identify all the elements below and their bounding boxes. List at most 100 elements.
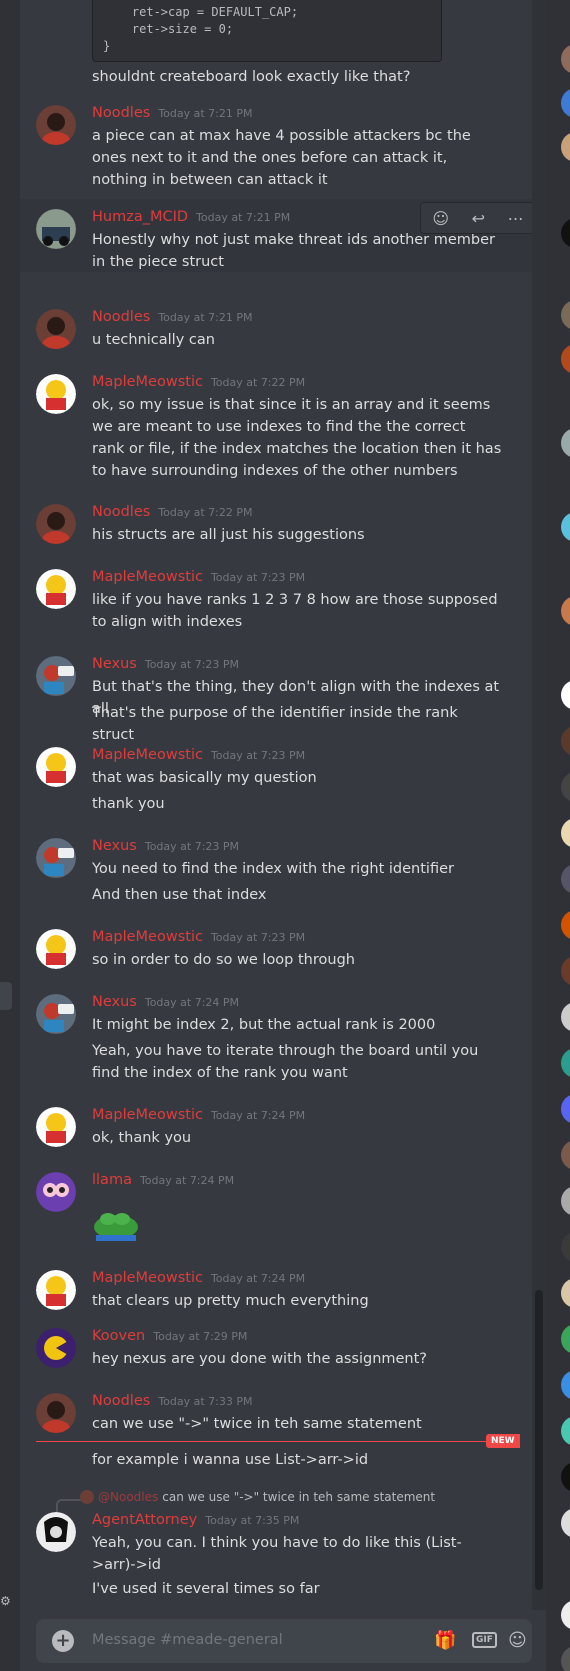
gif-button[interactable]: GIF bbox=[472, 1632, 497, 1648]
username[interactable]: Humza_MCID Today at 7:21 PM bbox=[92, 209, 290, 225]
avatar[interactable] bbox=[36, 309, 76, 349]
username[interactable]: Noodles Today at 7:33 PM bbox=[92, 1393, 253, 1409]
message-text: can we use "->" twice in teh same statem… bbox=[92, 1416, 422, 1432]
member-avatar[interactable] bbox=[561, 1186, 570, 1216]
add-reaction-icon[interactable]: ☺ bbox=[432, 209, 449, 228]
member-avatar[interactable] bbox=[561, 1554, 570, 1584]
more-options-icon[interactable]: ⋯ bbox=[508, 209, 524, 228]
member-avatar[interactable] bbox=[561, 818, 570, 848]
member-avatar[interactable] bbox=[561, 864, 570, 894]
avatar[interactable] bbox=[36, 569, 76, 609]
avatar[interactable] bbox=[36, 1270, 76, 1310]
code-line: } bbox=[103, 39, 111, 53]
member-avatar[interactable] bbox=[561, 1416, 570, 1446]
reply-icon[interactable]: ↩ bbox=[472, 209, 485, 228]
username[interactable]: Noodles Today at 7:22 PM bbox=[92, 504, 253, 520]
message-input[interactable]: Message #meade-general bbox=[92, 1632, 283, 1648]
member-avatar[interactable] bbox=[561, 1370, 570, 1400]
avatar[interactable] bbox=[36, 209, 76, 249]
reply-preview[interactable]: @Noodles can we use "->" twice in teh sam… bbox=[80, 1490, 435, 1504]
message-text: his structs are all just his suggestions bbox=[92, 527, 365, 543]
member-avatar[interactable] bbox=[561, 132, 570, 162]
member-avatar[interactable] bbox=[561, 1462, 570, 1492]
message-text: You need to find the index with the righ… bbox=[92, 861, 454, 877]
code-block: ret->cap = DEFAULT_CAP; ret->size = 0; } bbox=[92, 0, 442, 62]
member-avatar[interactable] bbox=[561, 344, 570, 374]
new-badge: NEW bbox=[486, 1434, 520, 1448]
username[interactable]: Noodles Today at 7:21 PM bbox=[92, 105, 253, 121]
member-avatar[interactable] bbox=[561, 88, 570, 118]
avatar[interactable] bbox=[36, 1107, 76, 1147]
timestamp: Today at 7:35 PM bbox=[205, 1514, 300, 1527]
username[interactable]: Nexus Today at 7:23 PM bbox=[92, 656, 239, 672]
member-avatar[interactable] bbox=[561, 910, 570, 940]
message-text: And then use that index bbox=[92, 887, 267, 903]
scrollbar-thumb[interactable] bbox=[535, 1290, 543, 1590]
member-avatar[interactable] bbox=[561, 1002, 570, 1032]
username[interactable]: AgentAttorney Today at 7:35 PM bbox=[92, 1512, 299, 1528]
member-avatar[interactable] bbox=[561, 300, 570, 330]
username[interactable]: Noodles Today at 7:21 PM bbox=[92, 309, 253, 325]
avatar[interactable] bbox=[36, 656, 76, 696]
member-avatar[interactable] bbox=[561, 596, 570, 626]
message-text: thank you bbox=[92, 796, 165, 812]
code-line: ret->cap = DEFAULT_CAP; bbox=[103, 5, 299, 19]
member-avatar[interactable] bbox=[561, 1140, 570, 1170]
member-avatar[interactable] bbox=[561, 1048, 570, 1078]
username[interactable]: Kooven Today at 7:29 PM bbox=[92, 1328, 247, 1344]
avatar[interactable] bbox=[36, 747, 76, 787]
reply-avatar bbox=[80, 1490, 94, 1504]
avatar[interactable] bbox=[36, 374, 76, 414]
message-text: ok, thank you bbox=[92, 1130, 192, 1146]
username[interactable]: Nexus Today at 7:24 PM bbox=[92, 994, 239, 1010]
member-avatar[interactable] bbox=[561, 1094, 570, 1124]
username[interactable]: Nexus Today at 7:23 PM bbox=[92, 838, 239, 854]
server-sidebar-edge: ⚙ bbox=[0, 0, 20, 1671]
avatar[interactable] bbox=[36, 838, 76, 878]
username[interactable]: MapleMeowstic Today at 7:24 PM bbox=[92, 1107, 305, 1123]
member-avatar[interactable] bbox=[561, 1232, 570, 1262]
member-avatar[interactable] bbox=[561, 680, 570, 710]
member-avatar[interactable] bbox=[561, 428, 570, 458]
member-avatar[interactable] bbox=[561, 1646, 570, 1671]
member-avatar[interactable] bbox=[561, 44, 570, 74]
message-toolbar: ☺ ↩ ⋯ bbox=[420, 202, 532, 234]
avatar[interactable] bbox=[36, 1172, 76, 1212]
reply-author[interactable]: @Noodles bbox=[98, 1490, 158, 1504]
gift-icon[interactable]: 🎁 bbox=[434, 1630, 456, 1651]
message-text: shouldnt createboard look exactly like t… bbox=[92, 69, 411, 85]
member-avatar[interactable] bbox=[561, 1324, 570, 1354]
member-avatar[interactable] bbox=[561, 218, 570, 248]
timestamp: Today at 7:24 PM bbox=[144, 996, 240, 1009]
timestamp: Today at 7:23 PM bbox=[144, 840, 240, 853]
timestamp: Today at 7:23 PM bbox=[210, 749, 306, 762]
member-avatar[interactable] bbox=[561, 1508, 570, 1538]
username[interactable]: MapleMeowstic Today at 7:23 PM bbox=[92, 569, 305, 585]
avatar[interactable] bbox=[36, 504, 76, 544]
member-avatar[interactable] bbox=[561, 772, 570, 802]
member-avatar[interactable] bbox=[561, 1278, 570, 1308]
avatar[interactable] bbox=[36, 1328, 76, 1368]
member-avatar[interactable] bbox=[561, 1600, 570, 1630]
avatar[interactable] bbox=[36, 929, 76, 969]
code-line: ret->size = 0; bbox=[103, 22, 234, 36]
member-avatar[interactable] bbox=[561, 512, 570, 542]
username[interactable]: MapleMeowstic Today at 7:23 PM bbox=[92, 747, 305, 763]
username[interactable]: llama Today at 7:24 PM bbox=[92, 1172, 234, 1188]
member-avatar[interactable] bbox=[561, 956, 570, 986]
avatar[interactable] bbox=[36, 1393, 76, 1433]
username[interactable]: MapleMeowstic Today at 7:22 PM bbox=[92, 374, 305, 390]
emoji-icon[interactable]: ☺ bbox=[508, 1630, 527, 1651]
avatar[interactable] bbox=[36, 994, 76, 1034]
member-avatar[interactable] bbox=[561, 726, 570, 756]
settings-icon[interactable]: ⚙ bbox=[0, 1594, 11, 1608]
add-attachment-button[interactable]: + bbox=[52, 1630, 74, 1652]
timestamp: Today at 7:23 PM bbox=[210, 931, 306, 944]
avatar[interactable] bbox=[36, 1512, 76, 1552]
username[interactable]: MapleMeowstic Today at 7:23 PM bbox=[92, 929, 305, 945]
avatar[interactable] bbox=[36, 105, 76, 145]
pepe-emoji-icon[interactable] bbox=[92, 1203, 142, 1243]
message-text: that clears up pretty much everything bbox=[92, 1293, 369, 1309]
timestamp: Today at 7:21 PM bbox=[158, 311, 253, 324]
username[interactable]: MapleMeowstic Today at 7:24 PM bbox=[92, 1270, 305, 1286]
